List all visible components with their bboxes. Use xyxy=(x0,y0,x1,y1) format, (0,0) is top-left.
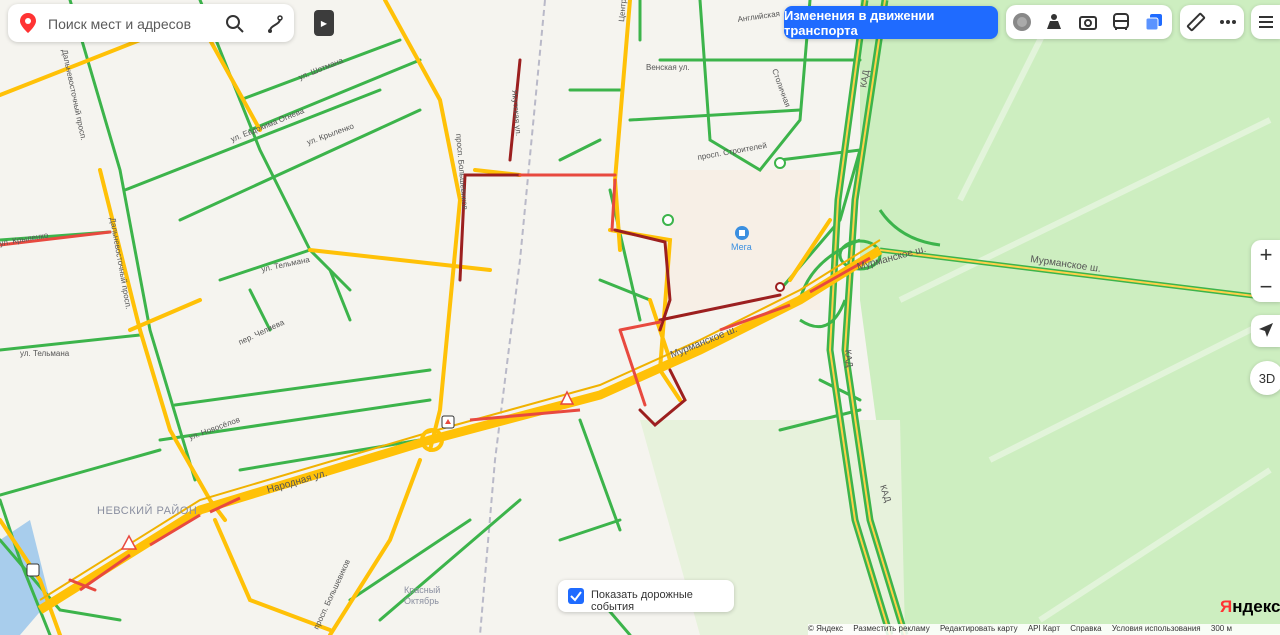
terms-link[interactable]: Условия использования xyxy=(1112,624,1201,633)
collapse-arrow-icon[interactable]: ▶ xyxy=(314,10,334,36)
menu-icon xyxy=(1256,12,1276,32)
street-label: ул. Тельмана xyxy=(20,349,70,358)
road-event-icon[interactable] xyxy=(441,415,455,429)
map-footer: © Яндекс Разместить рекламу Редактироват… xyxy=(808,624,1280,635)
location-pin-icon xyxy=(20,13,36,38)
show-events-toggle[interactable]: Показать дорожные события xyxy=(558,580,734,613)
road-event-icon[interactable] xyxy=(26,563,40,577)
more-icon[interactable] xyxy=(1218,12,1238,32)
layers-panel xyxy=(1006,5,1172,39)
node xyxy=(774,157,786,169)
ruler-icon[interactable] xyxy=(1186,12,1206,32)
ads-link[interactable]: Разместить рекламу xyxy=(853,624,929,633)
tools-panel xyxy=(1180,5,1244,39)
route-icon[interactable] xyxy=(264,13,286,35)
zoom-out-icon[interactable]: − xyxy=(1251,272,1280,302)
node xyxy=(662,214,674,226)
scale-label: 300 м xyxy=(1210,624,1232,633)
place-label: Мега xyxy=(731,242,752,252)
district-label: НЕВСКИЙ РАЙОН xyxy=(97,504,197,517)
street-label: Венская ул. xyxy=(646,63,690,72)
search-bar[interactable] xyxy=(8,4,294,42)
traffic-light-icon[interactable] xyxy=(1012,12,1032,32)
place-label: Красный xyxy=(404,585,440,595)
checkbox-icon[interactable] xyxy=(568,588,584,604)
menu-button[interactable] xyxy=(1251,5,1280,39)
camera-icon[interactable] xyxy=(1078,12,1098,32)
copyright: © Яндекс xyxy=(808,624,844,633)
layers-icon[interactable] xyxy=(1144,12,1164,32)
traffic-map[interactable]: НЕВСКИЙ РАЙОН Народная ул. Мурманское ш.… xyxy=(0,0,1280,635)
locate-arrow-icon xyxy=(1257,321,1277,341)
search-icon[interactable] xyxy=(224,13,246,35)
3d-button[interactable]: 3D xyxy=(1250,361,1280,395)
forest-area xyxy=(860,0,1280,635)
panorama-icon[interactable] xyxy=(1044,12,1064,32)
search-input[interactable] xyxy=(46,12,230,36)
shopping-bag-icon[interactable] xyxy=(735,226,749,240)
traffic-changes-button[interactable]: Изменения в движении транспорта xyxy=(784,6,998,39)
api-link[interactable]: API Карт xyxy=(1028,624,1060,633)
locate-button[interactable] xyxy=(1251,315,1280,347)
zoom-control: + − xyxy=(1251,240,1280,302)
place-label: Октябрь xyxy=(404,596,439,606)
yandex-logo: Яндекс xyxy=(1220,597,1280,616)
bus-icon[interactable] xyxy=(1111,12,1131,32)
help-link[interactable]: Справка xyxy=(1070,624,1101,633)
mega-lot xyxy=(670,170,820,310)
edit-map-link[interactable]: Редактировать карту xyxy=(940,624,1018,633)
node xyxy=(775,282,785,292)
street-label: КАД xyxy=(843,349,855,368)
show-events-label: Показать дорожные события xyxy=(591,589,693,613)
zoom-in-icon[interactable]: + xyxy=(1251,240,1280,270)
